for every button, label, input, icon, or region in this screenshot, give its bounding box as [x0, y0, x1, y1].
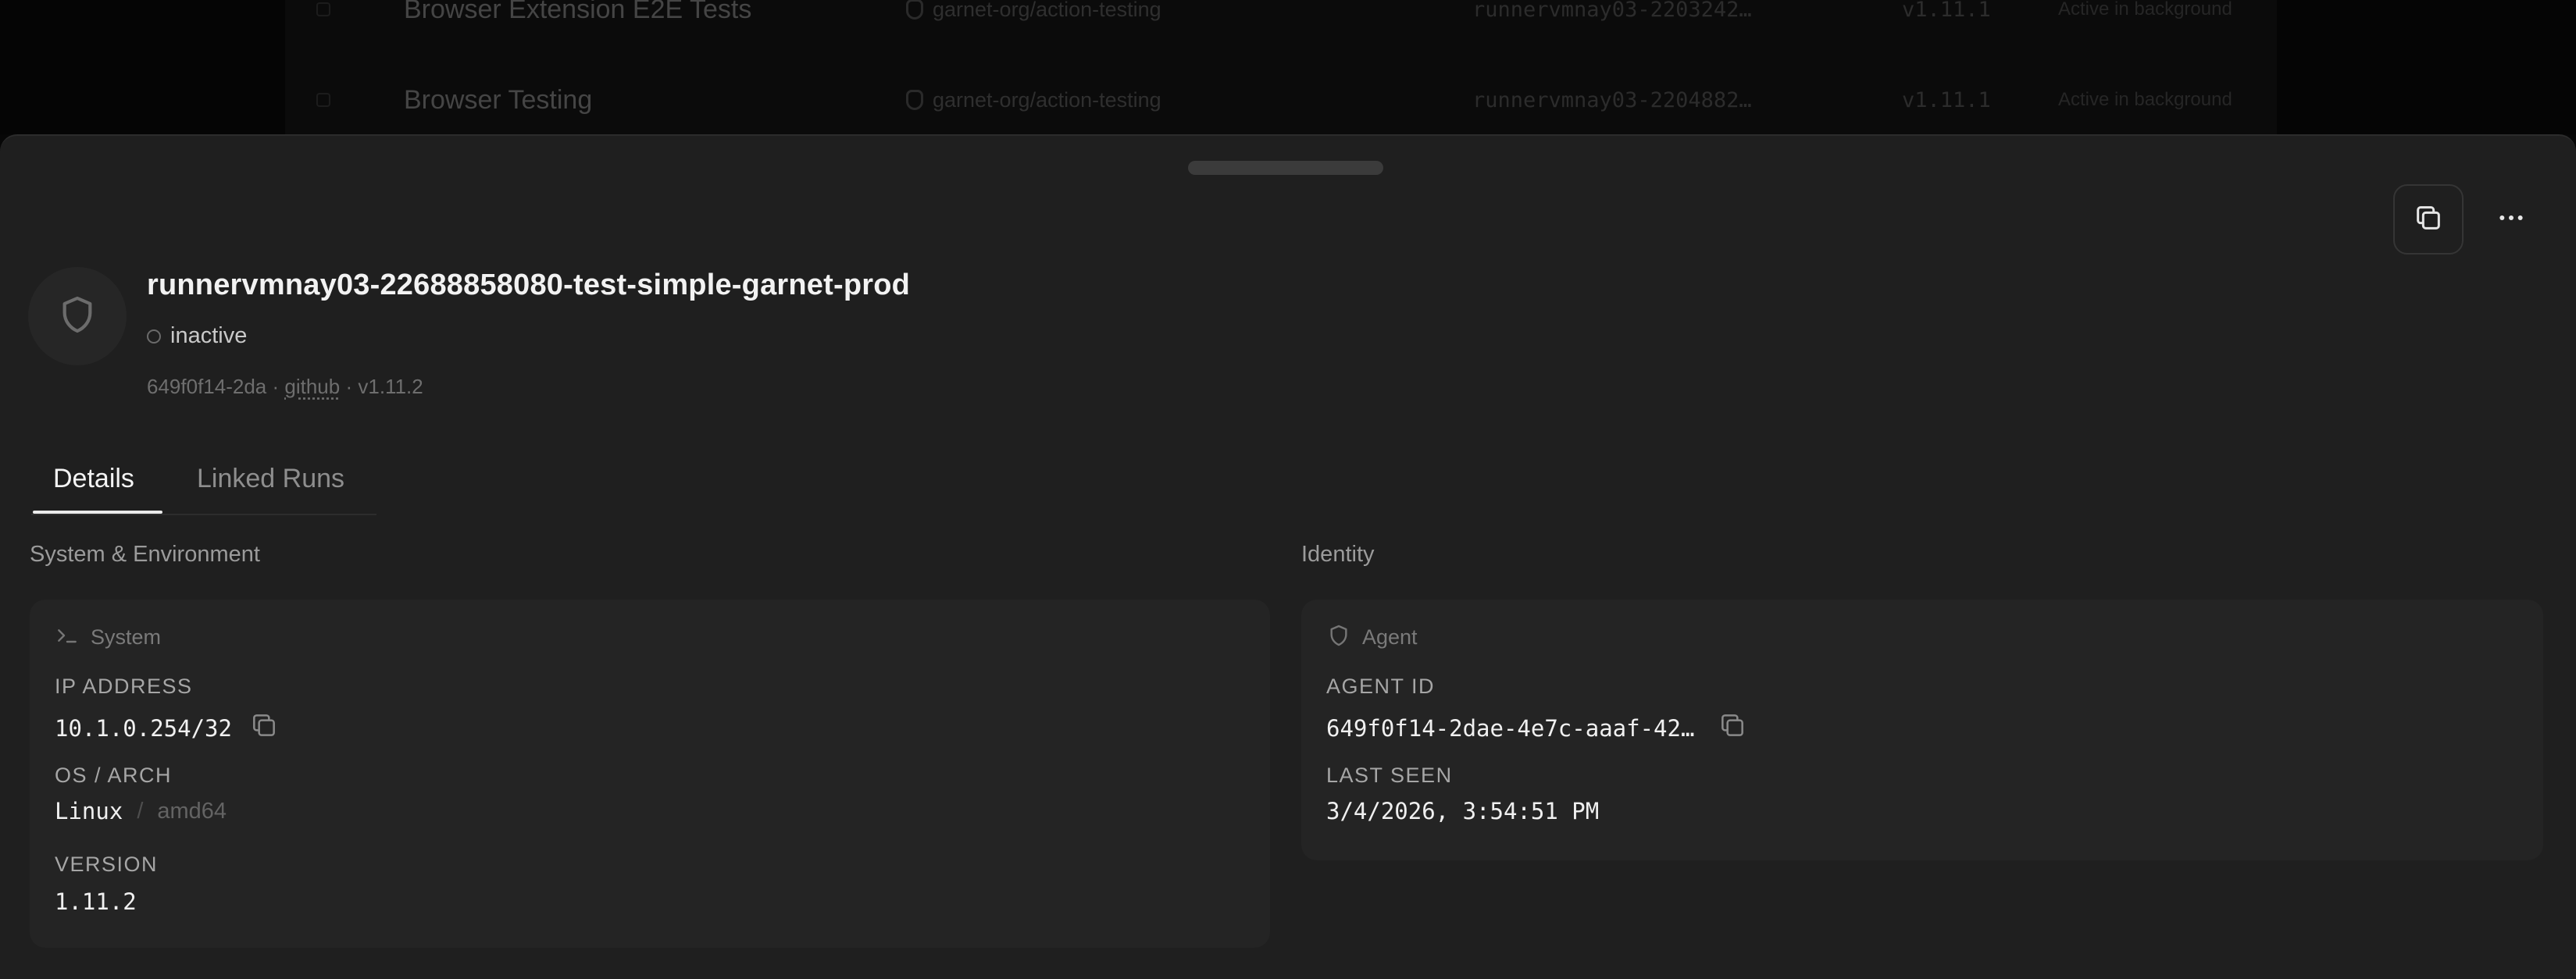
copy-agent-id-button[interactable] — [1718, 710, 1747, 746]
row-checkbox — [316, 93, 330, 107]
os-arch-separator: / — [137, 798, 144, 824]
system-card-title: System — [91, 625, 162, 649]
more-horizontal-icon — [2496, 202, 2527, 237]
background-row: Browser Testing garnet-org/action-testin… — [285, 77, 2277, 123]
background-row-repo: garnet-org/action-testing — [906, 88, 1161, 112]
status-text: inactive — [170, 323, 248, 348]
copy-icon — [2413, 202, 2444, 237]
last-seen-label: LAST SEEN — [1326, 764, 1453, 787]
agent-id-value-row: 649f0f14-2dae-4e7c-aaaf-42… — [1326, 710, 1747, 746]
meta-version: v1.11.2 — [358, 375, 423, 398]
background-overlay: Browser Extension E2E Tests garnet-org/a… — [0, 0, 2576, 134]
copy-icon — [249, 710, 279, 746]
arch-value: amd64 — [157, 798, 227, 824]
background-row-name: Browser Extension E2E Tests — [404, 0, 752, 24]
meta-separator: · — [345, 375, 353, 398]
active-tab-indicator — [33, 511, 162, 514]
terminal-icon — [55, 623, 80, 652]
shield-icon — [906, 90, 923, 110]
system-card: System IP ADDRESS 10.1.0.254/32 OS / ARC… — [30, 600, 1270, 948]
tab-bar: Details Linked Runs — [31, 448, 376, 515]
status-indicator — [147, 329, 161, 344]
os-value: Linux — [55, 798, 123, 824]
agent-card: Agent AGENT ID 649f0f14-2dae-4e7c-aaaf-4… — [1301, 600, 2543, 860]
meta-separator: · — [272, 375, 280, 398]
shield-icon — [1326, 623, 1351, 652]
version-value: 1.11.2 — [55, 888, 137, 915]
background-row-status: Active in background — [2058, 89, 2232, 110]
os-arch-value-row: Linux / amd64 — [55, 798, 227, 824]
agent-id-value: 649f0f14-2dae-4e7c-aaaf-42… — [1326, 714, 1695, 742]
tab-details[interactable]: Details — [53, 464, 134, 494]
runner-status: inactive — [147, 323, 247, 349]
agent-card-header: Agent — [1326, 623, 1418, 652]
more-options-button[interactable] — [2476, 184, 2546, 255]
background-row-name: Browser Testing — [404, 84, 593, 115]
background-row-repo-text: garnet-org/action-testing — [933, 0, 1161, 21]
version-label: VERSION — [55, 853, 159, 876]
copy-ip-button[interactable] — [249, 710, 279, 746]
copy-icon — [1718, 710, 1747, 746]
background-row: Browser Extension E2E Tests garnet-org/a… — [285, 0, 2277, 33]
shield-icon — [55, 293, 99, 340]
ip-address-label: IP ADDRESS — [55, 675, 193, 698]
runner-avatar — [28, 267, 127, 365]
background-row-repo: garnet-org/action-testing — [906, 0, 1161, 22]
section-title-system-environment: System & Environment — [30, 542, 260, 567]
meta-id: 649f0f14-2da — [147, 375, 267, 398]
agent-card-title: Agent — [1362, 625, 1418, 649]
background-row-runner: runnervmnay03-2204882… — [1472, 87, 1752, 112]
copy-button[interactable] — [2393, 184, 2464, 255]
background-row-runner: runnervmnay03-2203242… — [1472, 0, 1752, 22]
background-row-status: Active in background — [2058, 0, 2232, 20]
os-arch-label: OS / ARCH — [55, 764, 173, 787]
meta-provider[interactable]: github — [284, 375, 340, 398]
runner-meta: 649f0f14-2da · github · v1.11.2 — [147, 375, 423, 399]
tab-linked-runs[interactable]: Linked Runs — [197, 464, 344, 494]
runner-title: runnervmnay03-22688858080-test-simple-ga… — [147, 269, 911, 301]
agent-id-label: AGENT ID — [1326, 675, 1436, 698]
background-row-version: v1.11.1 — [1902, 0, 1991, 22]
section-title-identity: Identity — [1301, 542, 1375, 567]
sheet-drag-handle[interactable] — [1188, 161, 1383, 175]
background-row-repo-text: garnet-org/action-testing — [933, 87, 1161, 112]
last-seen-value: 3/4/2026, 3:54:51 PM — [1326, 798, 1600, 824]
row-checkbox — [316, 2, 330, 16]
ip-address-value: 10.1.0.254/32 — [55, 714, 232, 742]
shield-icon — [906, 0, 923, 20]
background-row-version: v1.11.1 — [1902, 87, 1991, 112]
runner-detail-sheet: runnervmnay03-22688858080-test-simple-ga… — [0, 134, 2576, 979]
system-card-header: System — [55, 623, 161, 652]
ip-address-value-row: 10.1.0.254/32 — [55, 710, 279, 746]
